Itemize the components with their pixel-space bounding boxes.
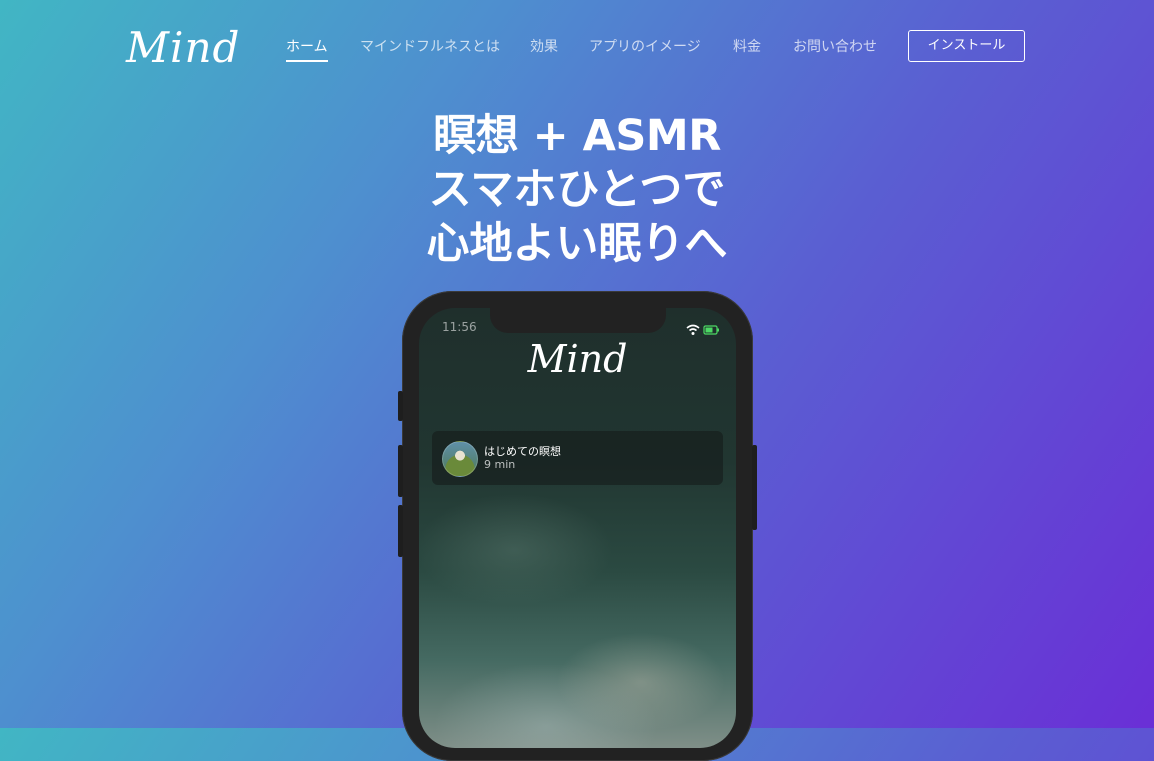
meditation-thumbnail xyxy=(442,441,478,477)
phone-volume-up-button xyxy=(398,445,403,497)
phone-notch xyxy=(490,308,666,333)
brand-logo[interactable]: Mind xyxy=(126,22,240,74)
nav-item-effects[interactable]: 効果 xyxy=(530,37,558,57)
meditation-duration: 9 min xyxy=(484,458,516,471)
wifi-icon xyxy=(686,324,719,335)
nav-item-pricing[interactable]: 料金 xyxy=(733,37,761,57)
install-button[interactable]: インストール xyxy=(908,30,1025,62)
nav-item-mindfulness[interactable]: マインドフルネスとは xyxy=(360,37,500,57)
phone-power-button xyxy=(752,445,757,530)
meditation-card[interactable]: はじめての瞑想 9 min xyxy=(432,431,723,485)
phone-volume-down-button xyxy=(398,505,403,557)
battery-icon xyxy=(703,325,719,335)
phone-mute-switch xyxy=(398,391,403,421)
meditation-title: はじめての瞑想 xyxy=(484,445,561,458)
hero-line-3: 心地よい眠りへ xyxy=(426,219,728,269)
hero-line-2: スマホひとつで xyxy=(428,165,726,215)
hero-line-1: 瞑想 + ASMR xyxy=(433,111,721,161)
status-icons xyxy=(686,321,720,335)
app-logo: Mind xyxy=(527,337,628,381)
nav-item-app-image[interactable]: アプリのイメージ xyxy=(589,37,701,57)
nav-item-contact[interactable]: お問い合わせ xyxy=(793,37,877,57)
status-time: 11:56 xyxy=(442,320,477,334)
nav-item-home[interactable]: ホーム xyxy=(286,37,328,62)
